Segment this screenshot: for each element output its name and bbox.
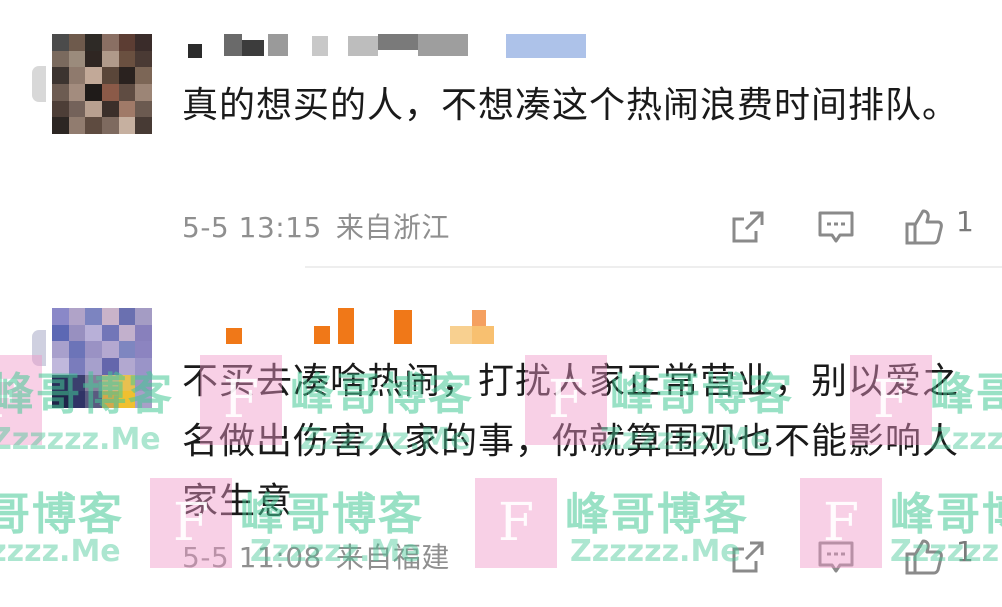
avatar-pixel — [68, 374, 86, 392]
comment-time: 5-5 11:08 — [182, 541, 322, 574]
avatar-pixel — [135, 341, 152, 358]
avatar-pixel — [85, 308, 102, 325]
avatar-edge — [32, 330, 46, 366]
avatar-pixel — [85, 374, 102, 392]
avatar-pixel — [118, 357, 136, 375]
avatar-pixel — [101, 374, 119, 392]
avatar-pixel — [135, 324, 152, 342]
share-icon[interactable] — [728, 537, 768, 577]
avatar-pixel — [85, 391, 102, 408]
avatar-pixel — [68, 357, 86, 375]
like-count: 1 — [956, 535, 974, 568]
avatar-pixel — [68, 341, 86, 358]
avatar-pixel — [118, 341, 136, 358]
avatar-pixel — [68, 308, 86, 325]
avatar-pixel — [118, 391, 136, 408]
comment-actions: 1 — [720, 533, 1002, 581]
avatar-pixel — [101, 341, 119, 358]
comment-location: 来自福建 — [335, 541, 450, 574]
avatar-pixel — [68, 391, 86, 408]
avatar-pixel — [101, 308, 119, 325]
avatar-pixel — [135, 308, 152, 325]
thumbs-up-icon[interactable] — [904, 537, 944, 577]
comment-meta: 5-5 11:08 来自福建 — [182, 536, 450, 576]
avatar-pixel — [101, 324, 119, 342]
avatar-pixel — [52, 374, 69, 392]
avatar-pixel — [135, 357, 152, 375]
avatar-pixel — [52, 391, 69, 408]
avatar-pixel — [52, 357, 69, 375]
comment-list: 真的想买的人，不想凑这个热闹浪费时间排队。 5-5 13:15 来自浙江 1 不… — [0, 0, 1002, 607]
comment-text: 不买去凑啥热闹，打扰人家正常营业，别以爱之名做出伤害人家的事，你就算围观也不能影… — [182, 361, 960, 522]
avatar-pixel — [135, 391, 152, 408]
avatar-pixel — [52, 341, 69, 358]
avatar-pixel — [135, 374, 152, 392]
avatar-pixel — [68, 324, 86, 342]
username[interactable] — [188, 308, 608, 344]
avatar[interactable] — [52, 308, 152, 408]
avatar-pixel — [101, 391, 119, 408]
comment-icon[interactable] — [816, 537, 856, 577]
avatar-pixel — [101, 357, 119, 375]
avatar-pixel — [118, 324, 136, 342]
avatar-pixel — [85, 324, 102, 342]
comment-item: 不买去凑啥热闹，打扰人家正常营业，别以爱之名做出伤害人家的事，你就算围观也不能影… — [0, 0, 1002, 607]
avatar-pixel — [118, 374, 136, 392]
avatar-pixel — [52, 308, 69, 325]
avatar-pixel — [85, 341, 102, 358]
avatar-pixel — [118, 308, 136, 325]
avatar-pixel — [85, 357, 102, 375]
avatar-pixel — [52, 324, 69, 342]
